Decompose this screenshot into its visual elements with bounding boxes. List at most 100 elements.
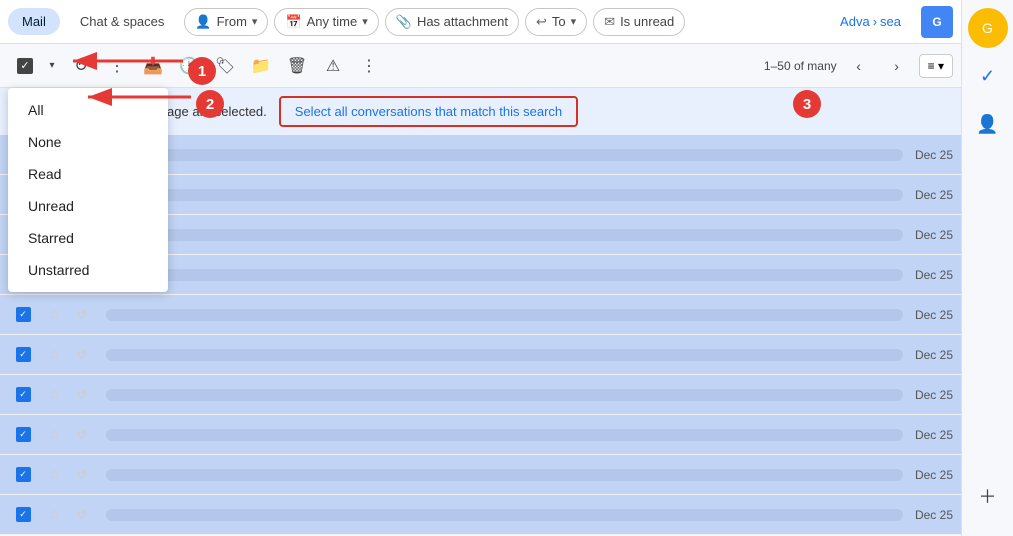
select-checkbox-dropdown: ▾: [8, 49, 62, 83]
toolbar: ▾ ↻ ⋮ 📥 🕐 🏷 📁 🗑 ⚠ ⋮ 1–50 of many ‹ › ≡ ▾: [0, 44, 961, 88]
chat-spaces-tab[interactable]: Chat & spaces: [66, 8, 179, 35]
advanced-label: Adva: [840, 14, 870, 29]
sidebar-icon-yellow[interactable]: G: [968, 8, 1008, 48]
row-checkbox-4[interactable]: [16, 307, 31, 322]
select-all-checkbox[interactable]: [8, 49, 42, 83]
to-filter-btn[interactable]: ↩ To ▾: [525, 8, 587, 36]
row-content-5: [106, 349, 903, 361]
row-snooze-7[interactable]: ↺: [70, 427, 94, 443]
annotation-2: 2: [196, 90, 224, 118]
archive-btn[interactable]: 📥: [136, 49, 170, 83]
row-date-9: Dec 25: [915, 508, 953, 522]
row-date-0: Dec 25: [915, 148, 953, 162]
anytime-filter-btn[interactable]: 📅 Any time ▾: [274, 8, 378, 36]
dropdown-item-unstarred[interactable]: Unstarred: [8, 254, 168, 286]
top-bar: Mail Chat & spaces 👤 From ▾ 📅 Any time ▾…: [0, 0, 961, 44]
annotation-1: 1: [188, 57, 216, 85]
row-date-3: Dec 25: [915, 268, 953, 282]
row-star-9[interactable]: ☆: [42, 506, 66, 523]
select-all-conversations-btn[interactable]: Select all conversations that match this…: [279, 96, 578, 127]
chevron-down-icon-2: ▾: [362, 15, 368, 28]
advanced-btn[interactable]: Adva › sea: [830, 9, 911, 34]
more-options-btn[interactable]: ⋮: [100, 49, 134, 83]
from-label: From: [217, 14, 247, 29]
row-date-4: Dec 25: [915, 308, 953, 322]
row-check-7: [8, 427, 38, 442]
row-content-3: [106, 269, 903, 281]
row-date-7: Dec 25: [915, 428, 953, 442]
email-row[interactable]: ☆↺ Dec 25: [0, 455, 961, 495]
row-checkbox-5[interactable]: [16, 347, 31, 362]
right-sidebar: G ✓ 👤 ＋: [961, 0, 1013, 536]
main-area: Mail Chat & spaces 👤 From ▾ 📅 Any time ▾…: [0, 0, 961, 535]
email-row[interactable]: ☆↺ Dec 25: [0, 335, 961, 375]
next-page-btn[interactable]: ›: [881, 50, 913, 82]
page-info: 1–50 of many ‹ › ≡ ▾: [764, 50, 953, 82]
row-checkbox-9[interactable]: [16, 507, 31, 522]
isunread-filter-btn[interactable]: ✉ Is unread: [593, 8, 685, 36]
dropdown-item-read[interactable]: Read: [8, 158, 168, 190]
row-content-2: [106, 229, 903, 241]
email-row[interactable]: ☆↺ Dec 25: [0, 295, 961, 335]
row-content-4: [106, 309, 903, 321]
hasattachment-filter-btn[interactable]: 📎 Has attachment: [385, 8, 519, 36]
kebab-btn[interactable]: ⋮: [352, 49, 386, 83]
row-snooze-6[interactable]: ↺: [70, 387, 94, 403]
chevron-down-icon: ▾: [252, 15, 258, 28]
row-content-9: [106, 509, 903, 521]
mail-tab[interactable]: Mail: [8, 8, 60, 35]
move-btn[interactable]: 📁: [244, 49, 278, 83]
row-snooze-8[interactable]: ↺: [70, 467, 94, 483]
row-date-5: Dec 25: [915, 348, 953, 362]
prev-page-btn[interactable]: ‹: [843, 50, 875, 82]
row-content-0: [106, 149, 903, 161]
row-check-6: [8, 387, 38, 402]
email-row[interactable]: ☆↺ Dec 25: [0, 415, 961, 455]
row-check-5: [8, 347, 38, 362]
row-check-8: [8, 467, 38, 482]
anytime-label: Any time: [307, 14, 358, 29]
row-star-6[interactable]: ☆: [42, 386, 66, 403]
density-btn[interactable]: ≡ ▾: [919, 54, 953, 78]
from-filter-btn[interactable]: 👤 From ▾: [184, 8, 268, 36]
row-checkbox-7[interactable]: [16, 427, 31, 442]
reply-icon: ↩: [536, 14, 547, 30]
row-star-5[interactable]: ☆: [42, 346, 66, 363]
google-apps-icon[interactable]: G: [921, 6, 953, 38]
hasattachment-label: Has attachment: [417, 14, 508, 29]
dropdown-item-starred[interactable]: Starred: [8, 222, 168, 254]
row-star-8[interactable]: ☆: [42, 466, 66, 483]
row-check-4: [8, 307, 38, 322]
sidebar-icon-person[interactable]: 👤: [968, 104, 1008, 144]
row-snooze-9[interactable]: ↺: [70, 507, 94, 523]
select-dropdown-menu: AllNoneReadUnreadStarredUnstarred: [8, 88, 168, 292]
row-checkbox-6[interactable]: [16, 387, 31, 402]
sidebar-icon-check[interactable]: ✓: [968, 56, 1008, 96]
annotation-3: 3: [793, 90, 821, 118]
row-date-8: Dec 25: [915, 468, 953, 482]
chevron-right-icon: ›: [873, 14, 877, 29]
row-snooze-5[interactable]: ↺: [70, 347, 94, 363]
checkbox-checked-icon: [17, 58, 33, 74]
to-label: To: [552, 14, 566, 29]
isunread-label: Is unread: [620, 14, 674, 29]
row-star-4[interactable]: ☆: [42, 306, 66, 323]
spam-btn[interactable]: ⚠: [316, 49, 350, 83]
refresh-btn[interactable]: ↻: [64, 49, 98, 83]
email-row[interactable]: ☆↺ Dec 25: [0, 375, 961, 415]
dropdown-item-unread[interactable]: Unread: [8, 190, 168, 222]
row-date-6: Dec 25: [915, 388, 953, 402]
sidebar-icon-add[interactable]: ＋: [968, 476, 1008, 516]
checkbox-dropdown-btn[interactable]: ▾: [42, 49, 62, 83]
row-content-7: [106, 429, 903, 441]
row-snooze-4[interactable]: ↺: [70, 307, 94, 323]
email-row[interactable]: ☆↺ Dec 25: [0, 495, 961, 535]
page-count: 1–50 of many: [764, 59, 837, 73]
dropdown-item-all[interactable]: All: [8, 94, 168, 126]
row-content-1: [106, 189, 903, 201]
delete-btn[interactable]: 🗑: [280, 49, 314, 83]
row-star-7[interactable]: ☆: [42, 426, 66, 443]
dropdown-item-none[interactable]: None: [8, 126, 168, 158]
row-date-2: Dec 25: [915, 228, 953, 242]
row-checkbox-8[interactable]: [16, 467, 31, 482]
